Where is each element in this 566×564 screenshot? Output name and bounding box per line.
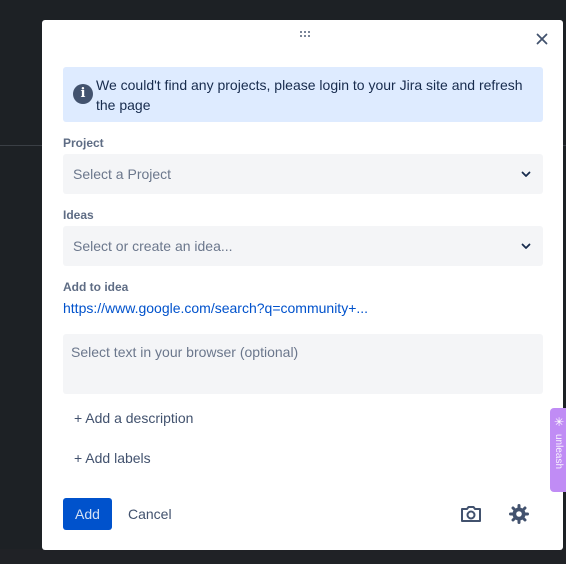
ideas-label: Ideas — [63, 208, 94, 222]
project-select-placeholder: Select a Project — [73, 166, 172, 182]
capture-dialog: i We could't find any projects, please l… — [42, 20, 563, 550]
selected-text-field[interactable] — [63, 334, 543, 394]
project-select[interactable]: Select a Project — [63, 154, 543, 194]
close-button[interactable] — [531, 28, 553, 50]
unleash-side-tab[interactable]: ✳ unleash — [550, 408, 566, 492]
add-labels-button[interactable]: + Add labels — [74, 450, 151, 466]
cancel-button[interactable]: Cancel — [128, 498, 172, 530]
sparkle-icon: ✳ — [554, 415, 565, 429]
chevron-down-icon — [521, 243, 531, 249]
info-banner-text: We could't find any projects, please log… — [96, 77, 523, 113]
info-banner: i We could't find any projects, please l… — [63, 67, 543, 122]
info-icon: i — [73, 84, 93, 104]
add-to-idea-label: Add to idea — [63, 280, 129, 294]
side-tab-label: unleash — [553, 434, 564, 470]
add-description-button[interactable]: + Add a description — [74, 410, 193, 426]
drag-handle-icon[interactable] — [300, 31, 312, 39]
project-label: Project — [63, 136, 104, 150]
ideas-select[interactable]: Select or create an idea... — [63, 226, 543, 266]
ideas-select-placeholder: Select or create an idea... — [73, 238, 233, 254]
gear-icon[interactable] — [507, 502, 531, 526]
chevron-down-icon — [521, 171, 531, 177]
close-icon — [536, 33, 548, 45]
background-bottom-bar — [0, 549, 566, 564]
camera-icon[interactable] — [459, 502, 483, 526]
page-url-link[interactable]: https://www.google.com/search?q=communit… — [63, 300, 368, 316]
add-button[interactable]: Add — [63, 498, 112, 530]
